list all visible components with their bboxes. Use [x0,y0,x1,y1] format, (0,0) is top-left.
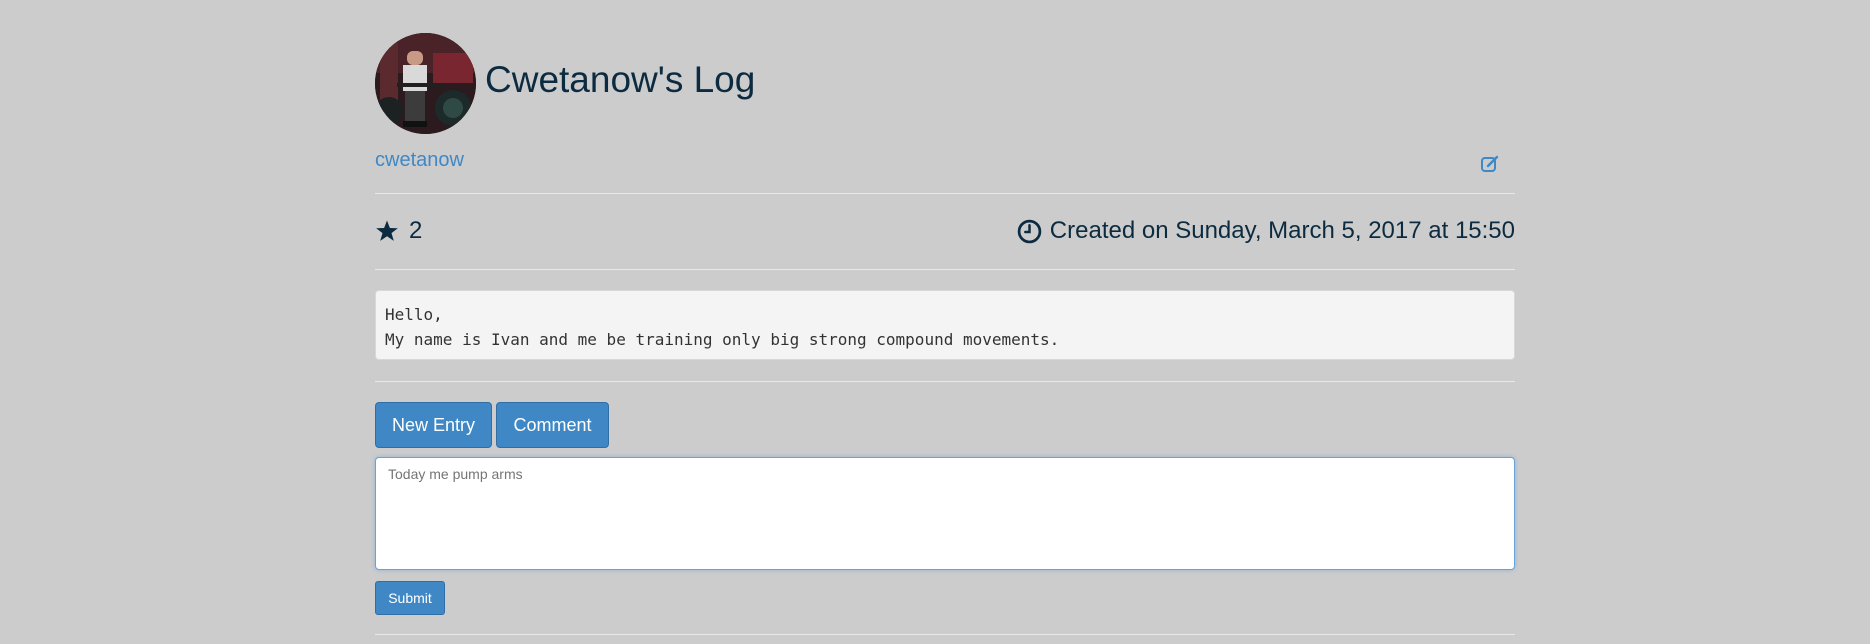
log-description: Hello, My name is Ivan and me be trainin… [375,290,1515,360]
created-date-text: Created on Sunday, March 5, 2017 at 15:5… [1049,217,1515,244]
star-icon [376,220,398,241]
created-date: Created on Sunday, March 5, 2017 at 15:5… [1017,213,1515,249]
description-line: Hello, [385,305,443,324]
submit-button[interactable]: Submit [375,581,445,615]
divider [375,193,1515,194]
avatar [375,33,476,134]
edit-icon [1481,155,1499,172]
entry-input[interactable] [375,457,1515,570]
divider [375,269,1515,270]
log-page: Cwetanow's Log cwetanow 2 Created on Sun… [375,0,1515,635]
divider [375,634,1515,635]
new-entry-button[interactable]: New Entry [375,402,492,448]
edit-button[interactable] [1479,153,1501,175]
log-header: Cwetanow's Log [375,0,1515,145]
divider [375,381,1515,382]
comment-button[interactable]: Comment [496,402,609,448]
star-count: 2 [375,213,422,249]
username-link[interactable]: cwetanow [375,148,464,172]
page-title: Cwetanow's Log [485,59,756,100]
avatar-photo [375,33,476,134]
star-count-value: 2 [409,217,423,244]
description-line: My name is Ivan and me be training only … [385,330,1060,349]
clock-icon [1017,219,1042,243]
